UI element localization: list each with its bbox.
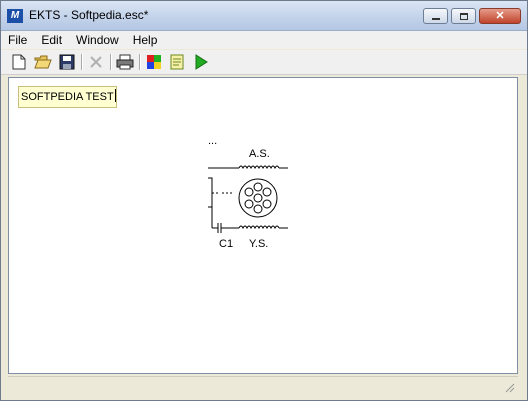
maximize-button[interactable] [451, 8, 476, 24]
app-window: M EKTS - Softpedia.esc* ✕ File Edit Wind… [0, 0, 528, 401]
menu-window[interactable]: Window [69, 31, 126, 49]
menu-bar: File Edit Window Help [1, 31, 527, 49]
title-bar[interactable]: M EKTS - Softpedia.esc* ✕ [1, 1, 527, 31]
close-icon: ✕ [495, 10, 505, 22]
x-icon [90, 56, 102, 68]
toolbar-separator [81, 54, 83, 70]
notes-button[interactable] [168, 54, 186, 70]
page-icon [12, 54, 26, 70]
menu-file[interactable]: File [1, 31, 34, 49]
notepad-icon [170, 54, 184, 70]
note-text: SOFTPEDIA TEST [21, 91, 114, 103]
color-squares-icon [147, 55, 161, 69]
menu-help[interactable]: Help [126, 31, 165, 49]
play-icon [195, 54, 208, 70]
toolbar-separator [139, 54, 141, 70]
save-file-button[interactable] [58, 54, 76, 70]
delete-button[interactable] [87, 54, 105, 70]
close-button[interactable]: ✕ [479, 8, 521, 24]
print-button[interactable] [116, 54, 134, 70]
toolbar [1, 50, 527, 75]
colors-button[interactable] [145, 54, 163, 70]
window-controls: ✕ [423, 8, 521, 24]
text-note[interactable]: SOFTPEDIA TEST [18, 86, 117, 108]
run-button[interactable] [192, 54, 210, 70]
resize-grip-icon[interactable] [503, 381, 515, 393]
open-file-button[interactable] [34, 54, 52, 70]
floppy-disk-icon [59, 54, 75, 70]
window-title: EKTS - Softpedia.esc* [29, 8, 149, 22]
minimize-icon [432, 18, 440, 20]
app-logo-icon: M [7, 9, 23, 23]
diagram-ellipsis: ... [208, 135, 218, 147]
motor-circuit-diagram[interactable] [199, 152, 299, 252]
folder-open-icon [34, 55, 52, 69]
drawing-canvas[interactable]: SOFTPEDIA TEST ... A.S. C1 Y.S. [8, 77, 518, 374]
status-bar [8, 376, 518, 396]
menu-edit[interactable]: Edit [34, 31, 69, 49]
printer-icon [116, 54, 134, 70]
maximize-icon [460, 13, 468, 20]
new-file-button[interactable] [10, 54, 28, 70]
toolbar-separator [110, 54, 112, 70]
text-caret [114, 89, 116, 102]
minimize-button[interactable] [423, 8, 448, 24]
